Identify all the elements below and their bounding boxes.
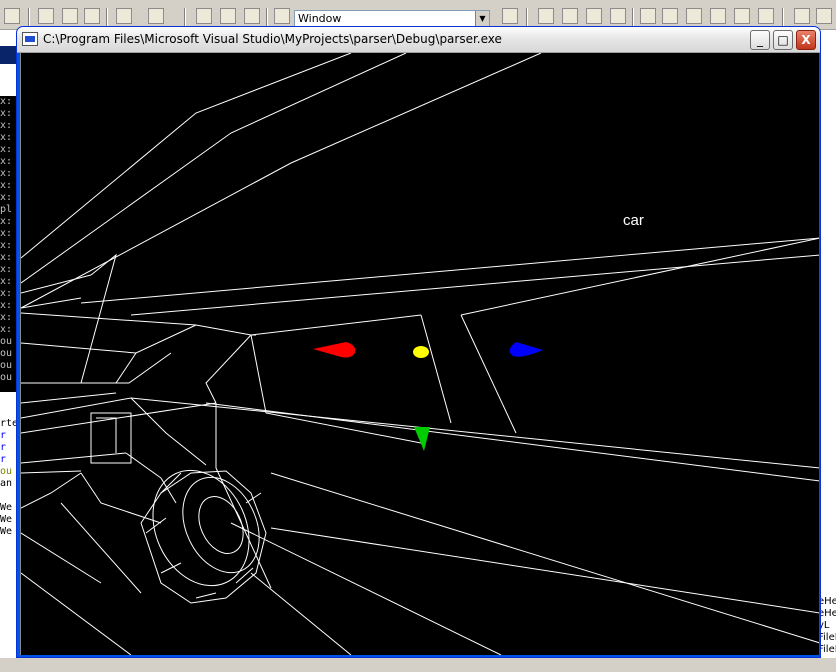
build-icon[interactable] (562, 8, 578, 24)
window-list-icon[interactable] (244, 8, 260, 24)
compile-icon[interactable] (538, 8, 554, 24)
ide-status-area (0, 658, 836, 672)
breakpoint-icon[interactable] (662, 8, 678, 24)
copy-icon[interactable] (62, 8, 78, 24)
scene-label: car (623, 212, 644, 229)
yellow-marker (413, 346, 429, 358)
direction-markers (313, 342, 543, 451)
output-icon[interactable] (220, 8, 236, 24)
debug-icon[interactable] (640, 8, 656, 24)
search-icon[interactable] (502, 8, 518, 24)
app-window: C:\Program Files\Microsoft Visual Studio… (16, 26, 821, 658)
toolbar-separator (28, 8, 30, 26)
close-button[interactable]: X (796, 30, 816, 50)
toolbar-separator (632, 8, 634, 26)
blue-marker (509, 342, 543, 357)
window-combo[interactable]: Window ▼ (294, 10, 490, 27)
execute-icon[interactable] (610, 8, 626, 24)
window-combo-value: Window (298, 12, 342, 25)
red-marker (313, 342, 356, 358)
workspace-icon[interactable] (196, 8, 212, 24)
undo-icon[interactable] (116, 8, 132, 24)
step-icon[interactable] (686, 8, 702, 24)
maximize-button[interactable]: □ (773, 30, 793, 50)
toolbar-separator (782, 8, 784, 26)
toolbar-separator (184, 8, 186, 26)
run-to-cursor-icon[interactable] (758, 8, 774, 24)
render-viewport[interactable]: car (20, 53, 819, 655)
variables-icon[interactable] (816, 8, 832, 24)
chevron-down-icon[interactable]: ▼ (475, 11, 489, 26)
watch-icon[interactable] (794, 8, 810, 24)
redo-icon[interactable] (148, 8, 164, 24)
toolbar-separator (266, 8, 268, 26)
wireframe-scene (21, 53, 819, 655)
stop-build-icon[interactable] (586, 8, 602, 24)
step-over-icon[interactable] (710, 8, 726, 24)
steering-wheel (140, 469, 267, 604)
toolbar-button[interactable] (4, 8, 20, 24)
step-out-icon[interactable] (734, 8, 750, 24)
window-titlebar[interactable]: C:\Program Files\Microsoft Visual Studio… (17, 27, 820, 53)
window-title: C:\Program Files\Microsoft Visual Studio… (43, 32, 502, 46)
find-in-files-icon[interactable] (274, 8, 290, 24)
green-marker (414, 427, 430, 451)
console-app-icon[interactable] (22, 32, 38, 46)
minimize-button[interactable]: _ (750, 30, 770, 50)
toolbar-separator (106, 8, 108, 26)
toolbar-separator (526, 8, 528, 26)
cut-icon[interactable] (38, 8, 54, 24)
paste-icon[interactable] (84, 8, 100, 24)
